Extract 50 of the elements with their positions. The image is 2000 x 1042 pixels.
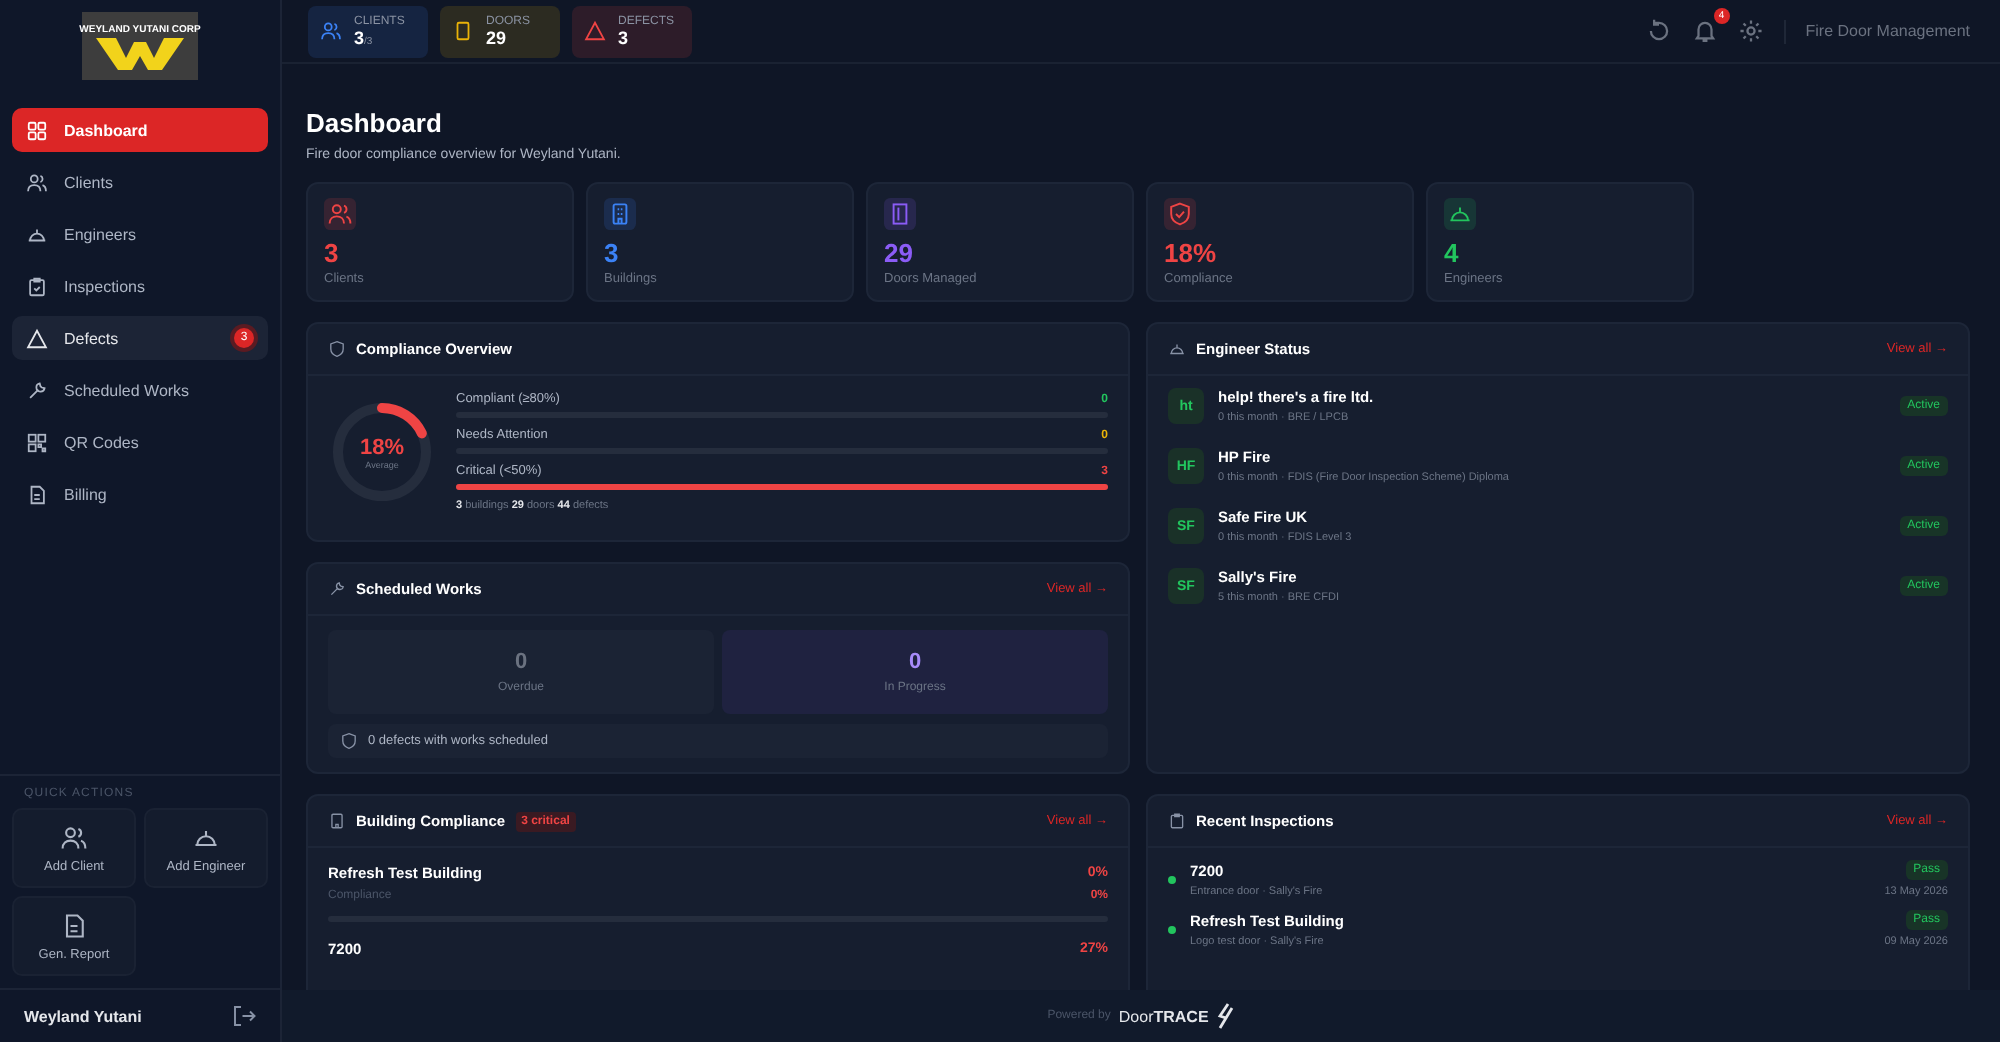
nav-item[interactable]: Scheduled Works <box>12 368 268 412</box>
stat-icon <box>884 198 916 230</box>
tile-value: 0 <box>514 650 528 674</box>
nav-item[interactable]: Clients <box>12 160 268 204</box>
shield-icon <box>328 340 346 358</box>
people-icon <box>320 20 342 42</box>
document-icon <box>60 911 88 939</box>
stat-icon <box>604 198 636 230</box>
clipboard-icon <box>1168 812 1186 830</box>
settings-icon[interactable] <box>1737 18 1764 44</box>
stat-icon <box>324 198 356 230</box>
helmet-icon <box>1168 340 1186 358</box>
grid-icon <box>26 119 48 141</box>
status-dot <box>1168 925 1176 933</box>
building-icon <box>328 812 346 830</box>
stat-value: 18% <box>1164 238 1219 268</box>
user-name: Weyland Yutani <box>24 1007 142 1025</box>
stat-value: 4 <box>1444 238 1461 268</box>
document-icon <box>26 483 48 505</box>
compliance-ring <box>328 398 436 506</box>
warning-icon <box>26 327 48 349</box>
nav-item[interactable]: Engineers <box>12 212 268 256</box>
stat-value: 3 <box>604 238 621 268</box>
brand-name: DoorTRACE <box>1118 1007 1209 1025</box>
nav-item[interactable]: QR Codes <box>12 420 268 464</box>
logout-icon[interactable] <box>232 1004 256 1028</box>
nav-item[interactable]: Inspections <box>12 264 268 308</box>
shield-icon <box>340 732 358 750</box>
door-icon <box>452 20 474 42</box>
qr-code-icon <box>26 431 48 453</box>
warning-icon <box>584 20 606 42</box>
brand-mark-icon <box>1216 1002 1235 1030</box>
stat-value: 3 <box>324 238 341 268</box>
nav-item[interactable]: Billing <box>12 472 268 516</box>
people-icon <box>60 823 88 851</box>
app-title: Fire Door Management <box>1805 22 1970 40</box>
people-icon <box>26 171 48 193</box>
stat-value: 29 <box>884 238 915 268</box>
tile-value: 0 <box>908 650 922 674</box>
wrench-icon <box>328 580 346 598</box>
clipboard-icon <box>26 275 48 297</box>
nav-item[interactable]: Dashboard <box>12 108 268 152</box>
notification-icon[interactable] <box>1691 18 1718 44</box>
wrench-icon <box>26 379 48 401</box>
average-value: 18% <box>359 435 405 459</box>
refresh-icon[interactable] <box>1645 18 1672 44</box>
status-dot <box>1168 875 1176 883</box>
stat-icon <box>1164 198 1196 230</box>
page-title: Dashboard <box>306 108 444 138</box>
stat-icon <box>1444 198 1476 230</box>
